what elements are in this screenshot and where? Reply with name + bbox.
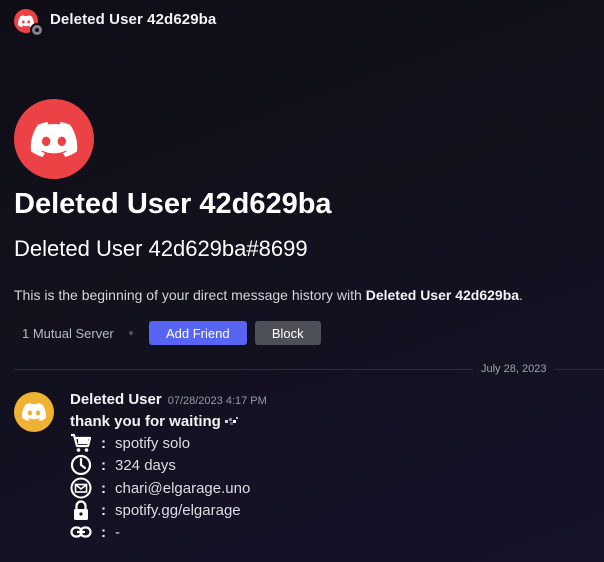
offline-status-icon — [30, 23, 44, 37]
discord-logo-icon — [22, 403, 46, 421]
message-line-separator: : — [101, 501, 106, 519]
message-line-separator: : — [101, 434, 106, 452]
message-line-intro: thank you for waiting — [70, 410, 241, 432]
profile-username-tag: Deleted User 42d629ba#8699 — [14, 236, 308, 261]
message-line: : spotify.gg/elgarage — [70, 499, 241, 521]
message-author-avatar[interactable] — [14, 392, 54, 432]
clock-icon — [70, 454, 92, 476]
mutual-servers-link[interactable]: 1 Mutual Server — [14, 326, 114, 341]
shopping-cart-icon — [70, 432, 92, 454]
sparkle-icon — [224, 417, 238, 425]
intro-description-name: Deleted User 42d629ba — [365, 287, 520, 303]
mail-icon — [70, 477, 92, 499]
message-line: : spotify solo — [70, 432, 190, 454]
header-title: Deleted User 42d629ba — [50, 11, 217, 28]
message-line-text: chari@elgarage.uno — [115, 479, 251, 497]
message-header: Deleted User 07/28/2023 4:17 PM — [70, 391, 267, 409]
message-line: : chari@elgarage.uno — [70, 477, 250, 499]
lock-icon — [70, 499, 92, 521]
intro-description-text: This is the beginning of your direct mes… — [14, 287, 366, 303]
add-friend-button[interactable]: Add Friend — [148, 321, 247, 345]
separator-dot — [128, 331, 133, 335]
profile-display-name: Deleted User 42d629ba — [14, 188, 332, 220]
message-line: : - — [70, 521, 120, 543]
intro-description-suffix: . — [519, 287, 523, 303]
message-line: : 324 days — [70, 454, 176, 476]
block-button[interactable]: Block — [254, 321, 321, 345]
intro-actions: 1 Mutual Server Add Friend Block — [14, 321, 321, 345]
message-timestamp: 07/28/2023 4:17 PM — [167, 395, 267, 407]
dm-header: Deleted User 42d629ba — [0, 0, 604, 40]
message-author-name[interactable]: Deleted User — [70, 391, 162, 408]
message-line-text: spotify solo — [115, 434, 191, 452]
discord-logo-icon — [30, 121, 78, 157]
profile-avatar[interactable] — [14, 99, 94, 179]
message-line-text: 324 days — [115, 456, 176, 474]
intro-description: This is the beginning of your direct mes… — [14, 287, 523, 303]
message-line-separator: : — [101, 523, 106, 541]
date-divider-label: July 28, 2023 — [473, 362, 555, 376]
message-line-separator: : — [101, 479, 106, 497]
message-first-line: thank you for waiting — [70, 412, 221, 430]
message-line-text: - — [115, 523, 120, 541]
link-icon — [70, 521, 92, 543]
message-line-text: spotify.gg/elgarage — [115, 501, 241, 519]
message-line-separator: : — [101, 456, 106, 474]
